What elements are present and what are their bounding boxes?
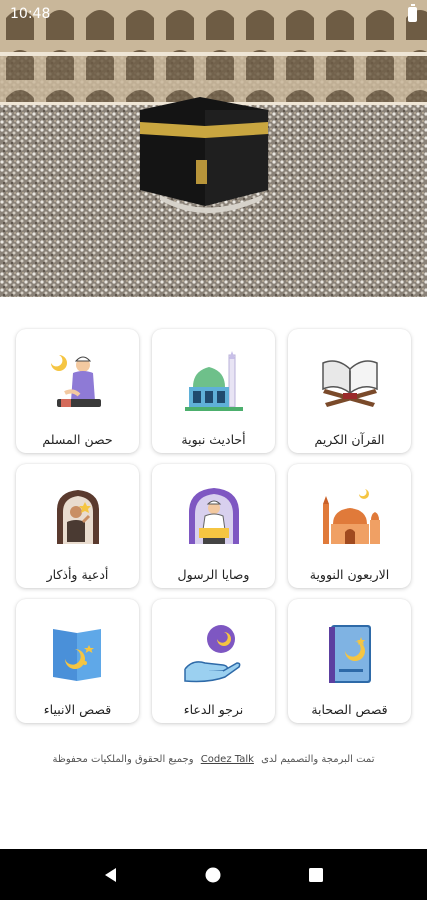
status-time: 10:48: [10, 6, 51, 22]
home-button[interactable]: [193, 855, 233, 895]
card-label: وصايا الرسول: [177, 567, 250, 582]
card-label: قصص الانبياء: [43, 702, 112, 717]
home-circle-icon: [205, 867, 221, 882]
kaaba-illustration: [0, 0, 427, 297]
card-hadith[interactable]: أحاديث نبوية: [152, 329, 275, 453]
recents-button[interactable]: [296, 855, 336, 895]
card-label: قصص الصحابة: [311, 702, 388, 717]
navigation-bar: [0, 849, 427, 900]
card-anbiya[interactable]: قصص الانبياء: [16, 599, 139, 723]
back-triangle-icon: [105, 867, 117, 882]
islamic-book-icon: [328, 625, 371, 683]
footer-text-before: تمت البرمجة والتصميم لدى: [261, 754, 375, 765]
recents-square-icon: [308, 867, 323, 882]
preacher-icon: [188, 488, 239, 544]
card-label: أدعية وأذكار: [46, 567, 109, 582]
card-adiya[interactable]: أدعية وأذكار: [16, 464, 139, 588]
dua-man-icon: [56, 490, 99, 544]
moon-card-icon: [52, 629, 101, 681]
card-label: القرآن الكريم: [314, 432, 385, 447]
back-button[interactable]: [91, 855, 131, 895]
hand-moon-icon: [183, 625, 240, 683]
mosque-domes-icon: [322, 489, 380, 544]
hero-image: 10:48: [0, 0, 427, 297]
battery-icon: [408, 3, 417, 22]
footer-credits: تمت البرمجة والتصميم لدى Codez Talk وجمي…: [0, 754, 427, 765]
menu-grid: القرآن الكريم أحاديث نبوية حصن المسلم ال…: [16, 329, 411, 723]
card-label: الاربعون النووية: [309, 567, 390, 582]
card-sahaba[interactable]: قصص الصحابة: [288, 599, 411, 723]
card-hisn-muslim[interactable]: حصن المسلم: [16, 329, 139, 453]
card-label: أحاديث نبوية: [181, 432, 246, 447]
footer-link[interactable]: Codez Talk: [201, 754, 254, 765]
footer-text-after: وجميع الحقوق والملكيات محفوظة: [52, 754, 194, 765]
status-bar: 10:48: [0, 0, 427, 28]
card-label: حصن المسلم: [42, 432, 113, 447]
quran-book-icon: [321, 360, 378, 407]
card-wasaya[interactable]: وصايا الرسول: [152, 464, 275, 588]
praying-man-icon: [50, 355, 101, 407]
card-label: نرجو الدعاء: [183, 702, 244, 717]
card-narju-dua[interactable]: نرجو الدعاء: [152, 599, 275, 723]
mosque-icon: [184, 351, 243, 411]
card-nawawi[interactable]: الاربعون النووية: [288, 464, 411, 588]
card-quran[interactable]: القرآن الكريم: [288, 329, 411, 453]
